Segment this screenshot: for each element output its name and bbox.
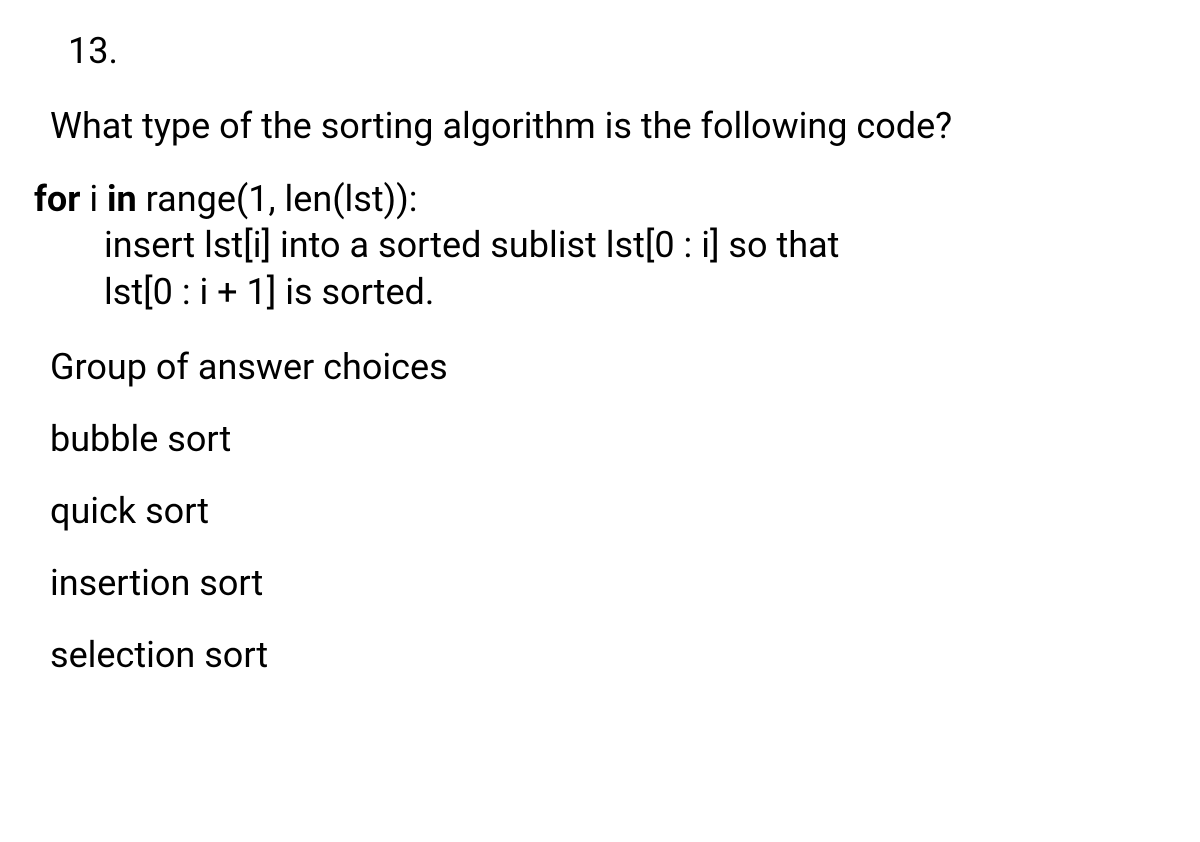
question-number: 13.: [68, 30, 1150, 72]
question-text: What type of the sorting algorithm is th…: [50, 102, 1150, 151]
choices-header: Group of answer choices: [50, 346, 1150, 388]
code-text-range: range(1, len(lst)):: [137, 178, 418, 220]
choice-insertion-sort[interactable]: insertion sort: [50, 562, 1150, 604]
code-block: for i in range(1, len(lst)): insert lst[…: [34, 176, 1150, 316]
code-text-i: i: [80, 178, 107, 220]
code-line-2: insert lst[i] into a sorted sublist lst[…: [104, 222, 1150, 269]
choice-quick-sort[interactable]: quick sort: [50, 490, 1150, 532]
keyword-in: in: [107, 178, 137, 220]
choice-bubble-sort[interactable]: bubble sort: [50, 418, 1150, 460]
choice-selection-sort[interactable]: selection sort: [50, 634, 1150, 676]
code-line-1: for i in range(1, len(lst)):: [34, 176, 1150, 223]
keyword-for: for: [34, 178, 80, 220]
code-line-3: lst[0 : i + 1] is sorted.: [104, 269, 1150, 316]
